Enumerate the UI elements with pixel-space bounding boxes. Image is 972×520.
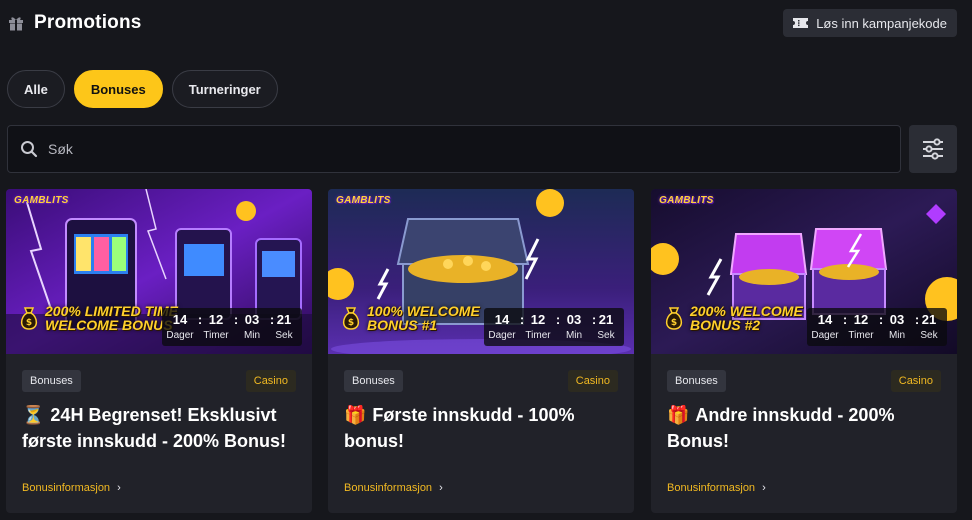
promo-headline: 🎁 Første innskudd - 100% bonus!: [344, 402, 626, 454]
bonus-info-link-label: Bonusinformasjon: [344, 482, 433, 494]
promo-headline-text: Andre innskudd - 200% Bonus!: [667, 405, 895, 451]
countdown-days-label: Dager: [811, 330, 839, 341]
svg-text:$: $: [26, 318, 32, 328]
category-tag: Casino: [567, 370, 618, 392]
page-title: Promotions: [34, 12, 142, 33]
countdown-hours-label: Timer: [203, 330, 229, 341]
countdown-minutes-label: Min: [888, 330, 906, 341]
bonus-info-link[interactable]: Bonusinformasjon ›: [22, 482, 121, 494]
filter-tabs: Alle Bonuses Turneringer: [7, 70, 278, 108]
category-tag: Casino: [245, 370, 296, 392]
promo-headline-text: 24H Begrenset! Eksklusivt første innskud…: [22, 405, 287, 451]
bonus-info-link-label: Bonusinformasjon: [22, 482, 111, 494]
countdown-minutes-label: Min: [565, 330, 583, 341]
page-header: Promotions Løs inn kampanjekode: [0, 0, 972, 46]
countdown-minutes: 03: [566, 312, 582, 327]
money-bag-icon: $: [342, 307, 360, 330]
countdown-seconds: 21: [598, 312, 614, 327]
countdown-hours: 12: [853, 312, 869, 327]
promo-card-body: Bonuses Casino 🎁 Første innskudd - 100% b…: [328, 354, 634, 513]
type-tag: Bonuses: [667, 370, 726, 392]
money-bag-icon: $: [665, 307, 683, 330]
bonus-info-link-label: Bonusinformasjon: [667, 482, 756, 494]
bonus-info-link[interactable]: Bonusinformasjon ›: [667, 482, 766, 494]
countdown-timer: 14 : 12 : 03 : 21 Dager Timer Min Sek: [162, 308, 302, 346]
tab-bonuses-label: Bonuses: [90, 81, 146, 97]
search-input[interactable]: [48, 141, 848, 157]
tab-tournaments-label: Turneringer: [188, 81, 261, 97]
search-bar: [7, 125, 901, 173]
type-tag: Bonuses: [22, 370, 81, 392]
chevron-right-icon: ›: [439, 482, 443, 494]
countdown-seconds: 21: [921, 312, 937, 327]
countdown-days: 14: [817, 312, 833, 327]
svg-text:$: $: [348, 318, 354, 328]
countdown-minutes: 03: [889, 312, 905, 327]
money-bag-icon: $: [20, 307, 38, 330]
countdown-seconds: 21: [276, 312, 292, 327]
countdown-timer: 14 : 12 : 03 : 21 Dager Timer Min Sek: [807, 308, 947, 346]
filter-settings-button[interactable]: [909, 125, 957, 173]
promo-card-body: Bonuses Casino ⏳ 24H Begrenset! Eksklusiv…: [6, 354, 312, 513]
svg-text:$: $: [671, 318, 677, 328]
countdown-minutes-label: Min: [243, 330, 261, 341]
type-tag: Bonuses: [344, 370, 403, 392]
redeem-code-label: Løs inn kampanjekode: [816, 15, 947, 31]
countdown-hours-label: Timer: [848, 330, 874, 341]
countdown-timer: 14 : 12 : 03 : 21 Dager Timer Min Sek: [484, 308, 624, 346]
promo-headline: 🎁 Andre innskudd - 200% Bonus!: [667, 402, 949, 454]
hourglass-icon: ⏳: [22, 405, 45, 425]
redeem-code-button[interactable]: Løs inn kampanjekode: [783, 9, 957, 37]
countdown-days-label: Dager: [488, 330, 516, 341]
brand-logo: GAMBLITS: [659, 195, 714, 206]
tab-all[interactable]: Alle: [7, 70, 65, 108]
gift-icon: [9, 17, 23, 31]
countdown-seconds-label: Sek: [597, 330, 615, 341]
promo-card[interactable]: GAMBLITS $ 200% LIMITED TIME WELCOME BON…: [6, 189, 312, 513]
promo-card-body: Bonuses Casino 🎁 Andre innskudd - 200% Bo…: [651, 354, 957, 513]
chevron-right-icon: ›: [117, 482, 121, 494]
gift-box-icon: 🎁: [344, 405, 367, 425]
chevron-right-icon: ›: [762, 482, 766, 494]
sliders-icon: [923, 138, 943, 160]
bonus-info-link[interactable]: Bonusinformasjon ›: [344, 482, 443, 494]
tab-bonuses[interactable]: Bonuses: [73, 70, 163, 108]
promo-headline: ⏳ 24H Begrenset! Eksklusivt første innsku…: [22, 402, 304, 454]
countdown-hours-label: Timer: [525, 330, 551, 341]
countdown-seconds-label: Sek: [920, 330, 938, 341]
countdown-days-label: Dager: [166, 330, 194, 341]
promo-badge: $ 100% WELCOME BONUS #1: [340, 304, 487, 332]
tab-tournaments[interactable]: Turneringer: [171, 70, 278, 108]
gift-box-icon: 🎁: [667, 405, 690, 425]
promo-badge: $ 200% WELCOME BONUS #2: [663, 304, 810, 332]
brand-logo: GAMBLITS: [14, 195, 69, 206]
promo-card[interactable]: GAMBLITS $ 100% WELCOME BONUS #1 14 : 12…: [328, 189, 634, 513]
brand-logo: GAMBLITS: [336, 195, 391, 206]
ticket-icon: [793, 18, 809, 28]
promo-headline-text: Første innskudd - 100% bonus!: [344, 405, 575, 451]
promo-banner-title: 100% WELCOME BONUS #1: [367, 303, 480, 333]
promo-banner-title: 200% WELCOME BONUS #2: [690, 303, 803, 333]
countdown-hours: 12: [530, 312, 546, 327]
promo-banner[interactable]: GAMBLITS $ 100% WELCOME BONUS #1 14 : 12…: [328, 189, 634, 354]
search-icon: [21, 141, 38, 158]
promo-banner[interactable]: GAMBLITS $ 200% LIMITED TIME WELCOME BON…: [6, 189, 312, 354]
countdown-days: 14: [172, 312, 188, 327]
tab-all-label: Alle: [24, 81, 48, 97]
category-tag: Casino: [890, 370, 941, 392]
countdown-minutes: 03: [244, 312, 260, 327]
countdown-hours: 12: [208, 312, 224, 327]
countdown-seconds-label: Sek: [275, 330, 293, 341]
promo-banner[interactable]: GAMBLITS $ 200% WELCOME BONUS #2 14 : 12…: [651, 189, 957, 354]
countdown-days: 14: [494, 312, 510, 327]
promo-card[interactable]: GAMBLITS $ 200% WELCOME BONUS #2 14 : 12…: [651, 189, 957, 513]
